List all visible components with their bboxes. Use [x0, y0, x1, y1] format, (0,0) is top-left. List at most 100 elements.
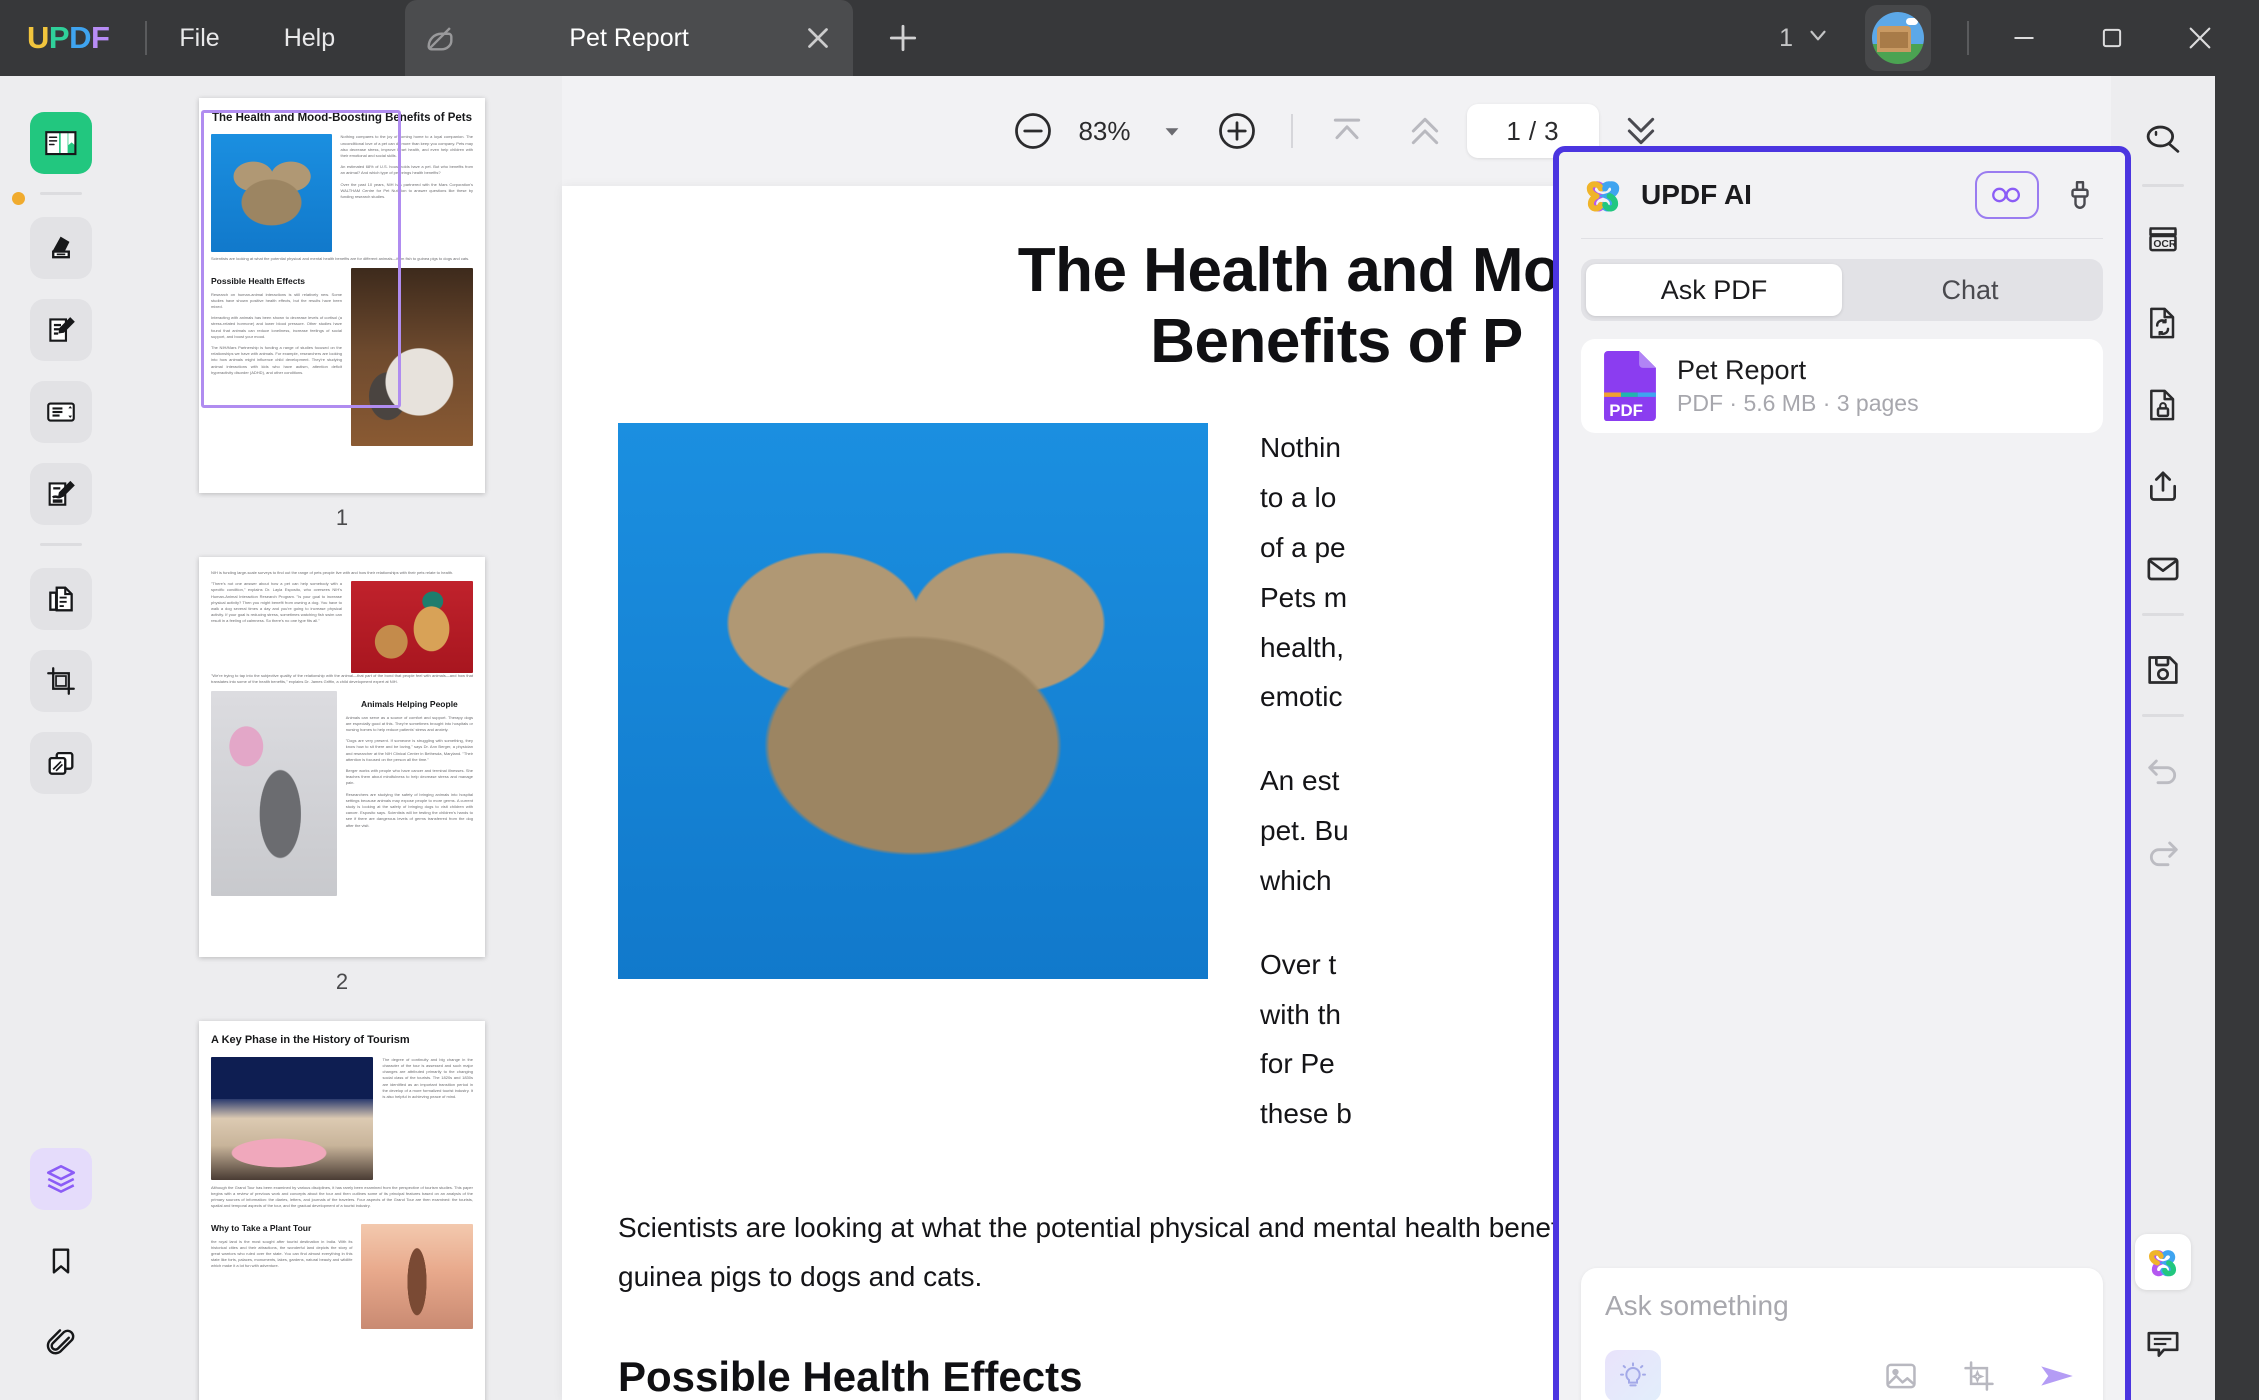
protect-tool[interactable]: [2135, 377, 2191, 433]
thumbnail-page-2[interactable]: NIH is funding large-scale surveys to fi…: [199, 557, 485, 957]
sidebar-item-edit-pdf[interactable]: [30, 299, 92, 361]
thumb2-para-3: Berger works with people who have cancer…: [345, 768, 473, 786]
thumb2-heading: Animals Helping People: [360, 698, 458, 709]
thumb1-para-2: An estimated 68% of U.S. households have…: [340, 164, 473, 176]
document-tab-title: Pet Report: [569, 23, 689, 52]
updf-application-window: U P D F File Help Pet Report 1 The Healt…: [0, 0, 2259, 1400]
sidebar-item-form[interactable]: [30, 381, 92, 443]
save-tool[interactable]: [2135, 642, 2191, 698]
user-avatar[interactable]: [1865, 5, 1931, 71]
tab-ask-pdf[interactable]: Ask PDF: [1586, 264, 1842, 316]
maximize-button[interactable]: [2079, 5, 2145, 71]
logo-letter-d: D: [69, 20, 91, 55]
zoom-level-value[interactable]: 83%: [1061, 116, 1149, 147]
comments-panel[interactable]: [2135, 1316, 2191, 1372]
hero-cat-photo: [618, 423, 1208, 980]
close-icon[interactable]: [801, 21, 835, 55]
page-separator: /: [1528, 115, 1537, 146]
updf-ai-clover-icon: [1581, 173, 1625, 217]
thumb1-cat-photo: [211, 134, 332, 253]
window-count-dropdown[interactable]: 1: [1779, 22, 1831, 55]
titlebar-right-controls: 1: [1779, 5, 2259, 71]
ask-input-placeholder[interactable]: Ask something: [1605, 1290, 2079, 1322]
screenshot-ai-icon[interactable]: [1957, 1354, 2001, 1398]
page-current: 1: [1506, 115, 1521, 146]
thumb1-title: The Health and Mood-Boosting Benefits of…: [211, 112, 473, 124]
titlebar-divider-2: [1967, 21, 1969, 55]
attach-image-icon[interactable]: [1879, 1354, 1923, 1398]
ai-mode-tabs: Ask PDF Chat: [1581, 259, 2103, 321]
attached-file-card[interactable]: PDF Pet Report PDF · 5.6 MB · 3 pages: [1581, 339, 2103, 433]
sidebar-item-compare[interactable]: [30, 732, 92, 794]
pdf-tab-icon: [423, 21, 457, 55]
left-rail-bottom: [30, 1128, 92, 1400]
document-tab[interactable]: Pet Report: [405, 0, 854, 76]
close-window-button[interactable]: [2167, 5, 2233, 71]
thumb1-para-1: Nothing compares to the joy of coming ho…: [340, 134, 473, 158]
logo-letter-u: U: [27, 20, 49, 55]
first-page-icon[interactable]: [1319, 103, 1375, 159]
email-tool[interactable]: [2135, 541, 2191, 597]
svg-text:PDF: PDF: [1609, 401, 1643, 420]
unlimited-badge[interactable]: [1975, 171, 2039, 219]
thumb3-lower-para: the royal land is the most sought after …: [211, 1238, 353, 1269]
updf-logo: U P D F: [27, 20, 110, 56]
sidebar-item-attachments[interactable]: [30, 1312, 92, 1374]
menu-file[interactable]: File: [147, 0, 251, 76]
ai-panel-title: UPDF AI: [1641, 179, 1752, 210]
ocr-tool[interactable]: OCR: [2135, 213, 2191, 269]
thumb1-lower-1: Research on human-animal interactions is…: [211, 291, 342, 310]
chevron-down-icon: [1805, 22, 1831, 55]
share-tool[interactable]: [2135, 459, 2191, 515]
thumb1-dog-cat-photo: [351, 267, 473, 446]
thumb1-para-3: Over the past 10 years, NIH has partnere…: [340, 181, 473, 199]
sidebar-item-organize-pages[interactable]: [30, 568, 92, 630]
thumbnail-page-1[interactable]: The Health and Mood-Boosting Benefits of…: [199, 98, 485, 493]
zoom-out-icon[interactable]: [1005, 103, 1061, 159]
undo-action[interactable]: [2135, 743, 2191, 799]
redo-action[interactable]: [2135, 825, 2191, 881]
thumbnail-page-3[interactable]: A Key Phase in the History of Tourism Th…: [199, 1021, 485, 1400]
clear-chat-brush-icon[interactable]: [2057, 172, 2103, 218]
sidebar-item-layers[interactable]: [30, 1148, 92, 1210]
right-rail-separator-2: [2142, 613, 2184, 616]
minimize-button[interactable]: [1991, 5, 2057, 71]
thumb2-quote-2: "We're trying to tap into the subjective…: [211, 673, 473, 685]
prompt-suggestions-bulb-icon[interactable]: [1605, 1350, 1661, 1400]
sidebar-item-crop[interactable]: [30, 650, 92, 712]
thumb2-para-2: "Dogs are very present. If someone is st…: [345, 738, 473, 762]
thumbnail-page-number-2: 2: [335, 969, 349, 994]
new-tab-button[interactable]: [883, 18, 923, 58]
thumb2-cat-tulips-photo: [211, 690, 337, 896]
previous-page-icon[interactable]: [1397, 103, 1453, 159]
logo-letter-p: P: [48, 20, 70, 55]
window-count-value: 1: [1779, 23, 1793, 52]
toolbar-separator: [1290, 114, 1293, 148]
menu-help[interactable]: Help: [252, 0, 367, 76]
right-rail-separator-1: [2142, 184, 2184, 187]
file-card-text: Pet Report PDF · 5.6 MB · 3 pages: [1677, 355, 1919, 417]
sidebar-item-bookmarks[interactable]: [30, 1230, 92, 1292]
search-tool[interactable]: [2135, 112, 2191, 168]
thumb2-quote-1: "There's not one answer about how a pet …: [211, 581, 342, 624]
sidebar-item-reader[interactable]: [30, 112, 92, 174]
tab-chat[interactable]: Chat: [1842, 264, 2098, 316]
sidebar-item-sign[interactable]: [30, 463, 92, 525]
ai-input-box[interactable]: Ask something: [1581, 1268, 2103, 1400]
sidebar-item-annotate[interactable]: [30, 217, 92, 279]
left-tool-rail: [0, 76, 122, 1400]
thumbnail-page-number-1: 1: [335, 505, 349, 530]
page-total: 3: [1544, 115, 1559, 146]
page-thumbnails-panel[interactable]: The Health and Mood-Boosting Benefits of…: [122, 76, 562, 1400]
caret-down-icon[interactable]: [1157, 116, 1187, 146]
thumb3-full-para: Although the Grand Tour has been examine…: [211, 1184, 473, 1209]
convert-tool[interactable]: [2135, 295, 2191, 351]
thumbnail-page-1-content: The Health and Mood-Boosting Benefits of…: [199, 98, 485, 493]
zoom-in-icon[interactable]: [1209, 103, 1265, 159]
thumb3-title: A Key Phase in the History of Tourism: [211, 1034, 410, 1046]
updf-ai-button[interactable]: [2135, 1234, 2191, 1290]
send-icon[interactable]: [2035, 1354, 2079, 1398]
hero-image-column: [618, 423, 1208, 1173]
thumb3-havana-photo: [211, 1056, 374, 1180]
rail-separator-1: [40, 192, 82, 195]
